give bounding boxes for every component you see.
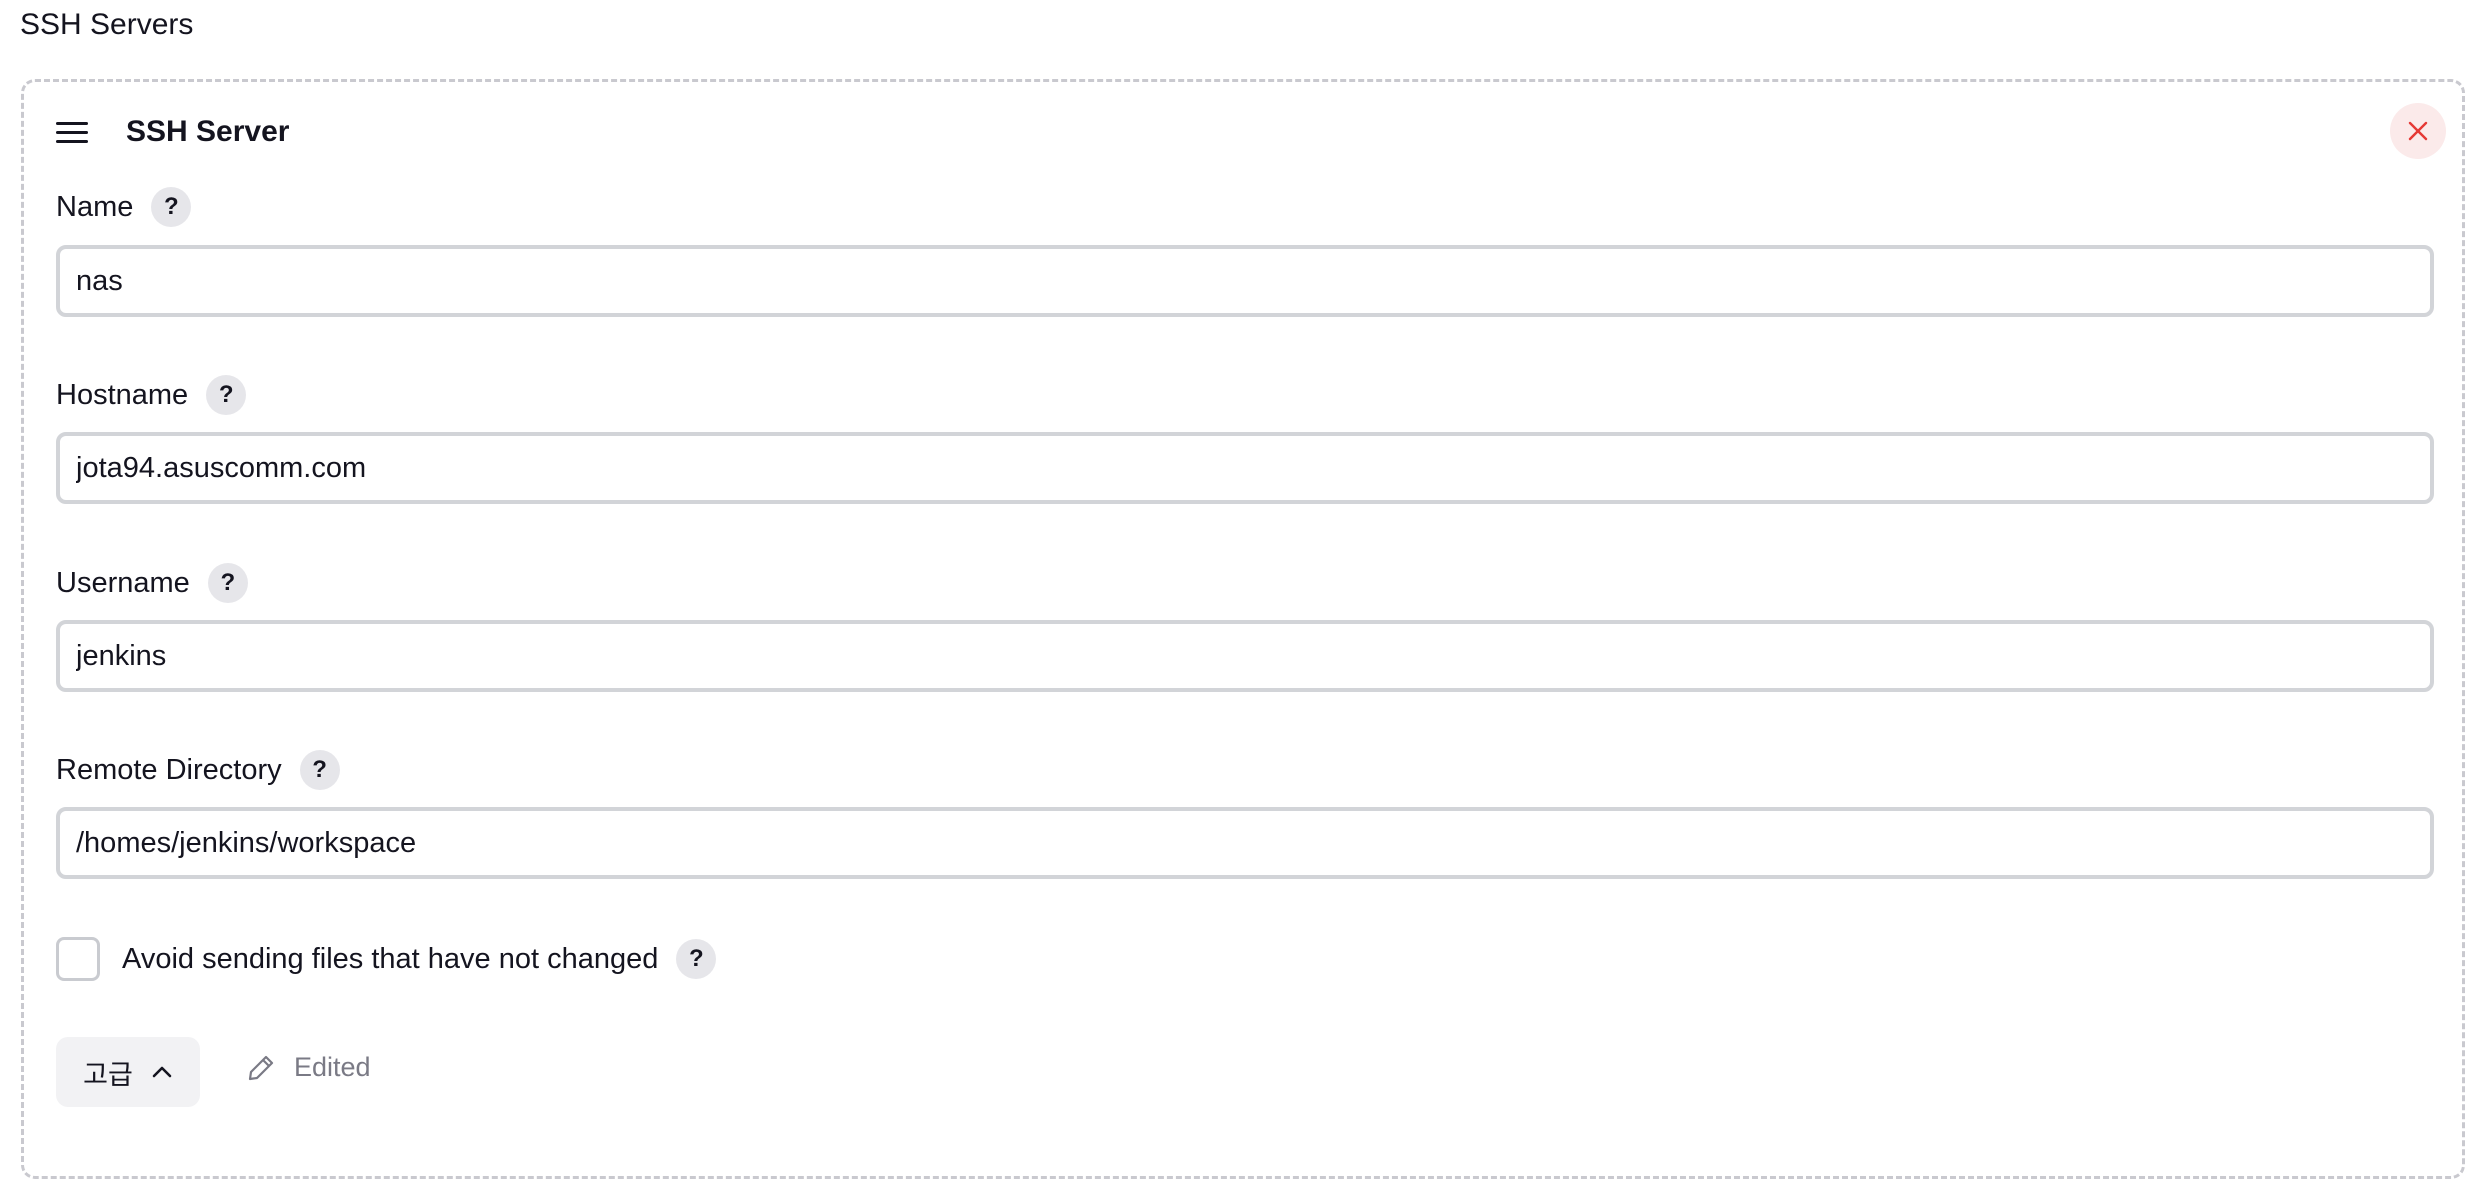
remote-directory-label-text: Remote Directory	[56, 753, 282, 786]
section-title: SSH Servers	[20, 8, 194, 41]
delete-server-button[interactable]	[2390, 103, 2446, 159]
close-icon	[2408, 121, 2428, 141]
chevron-up-icon	[152, 1066, 172, 1078]
hostname-help-icon[interactable]: ?	[206, 375, 247, 415]
hostname-label-text: Hostname	[56, 378, 189, 411]
avoid-sending-checkbox[interactable]	[56, 937, 100, 981]
hostname-label: Hostname ?	[56, 375, 247, 415]
edited-indicator: Edited	[246, 1052, 371, 1083]
pencil-icon	[248, 1055, 274, 1080]
remote-directory-input[interactable]	[56, 807, 2434, 879]
username-help-icon[interactable]: ?	[207, 563, 248, 603]
avoid-sending-row: Avoid sending files that have not change…	[56, 937, 717, 981]
username-input[interactable]	[56, 620, 2434, 692]
remote-directory-help-icon[interactable]: ?	[299, 750, 340, 790]
remote-directory-label: Remote Directory ?	[56, 750, 340, 790]
edited-label: Edited	[294, 1052, 371, 1082]
drag-handle-icon[interactable]	[56, 112, 88, 152]
card-header: SSH Server	[56, 112, 289, 152]
advanced-toggle-button[interactable]: 고급	[56, 1037, 200, 1107]
name-input[interactable]	[56, 245, 2434, 317]
advanced-label: 고급	[83, 1059, 133, 1090]
name-label: Name ?	[56, 187, 192, 227]
username-label: Username ?	[56, 563, 248, 603]
hostname-input[interactable]	[56, 432, 2434, 504]
card-title: SSH Server	[126, 115, 290, 148]
avoid-sending-label: Avoid sending files that have not change…	[122, 942, 659, 975]
username-label-text: Username	[56, 566, 190, 599]
name-label-text: Name	[56, 190, 134, 223]
avoid-sending-help-icon[interactable]: ?	[676, 939, 717, 979]
name-help-icon[interactable]: ?	[151, 187, 192, 227]
